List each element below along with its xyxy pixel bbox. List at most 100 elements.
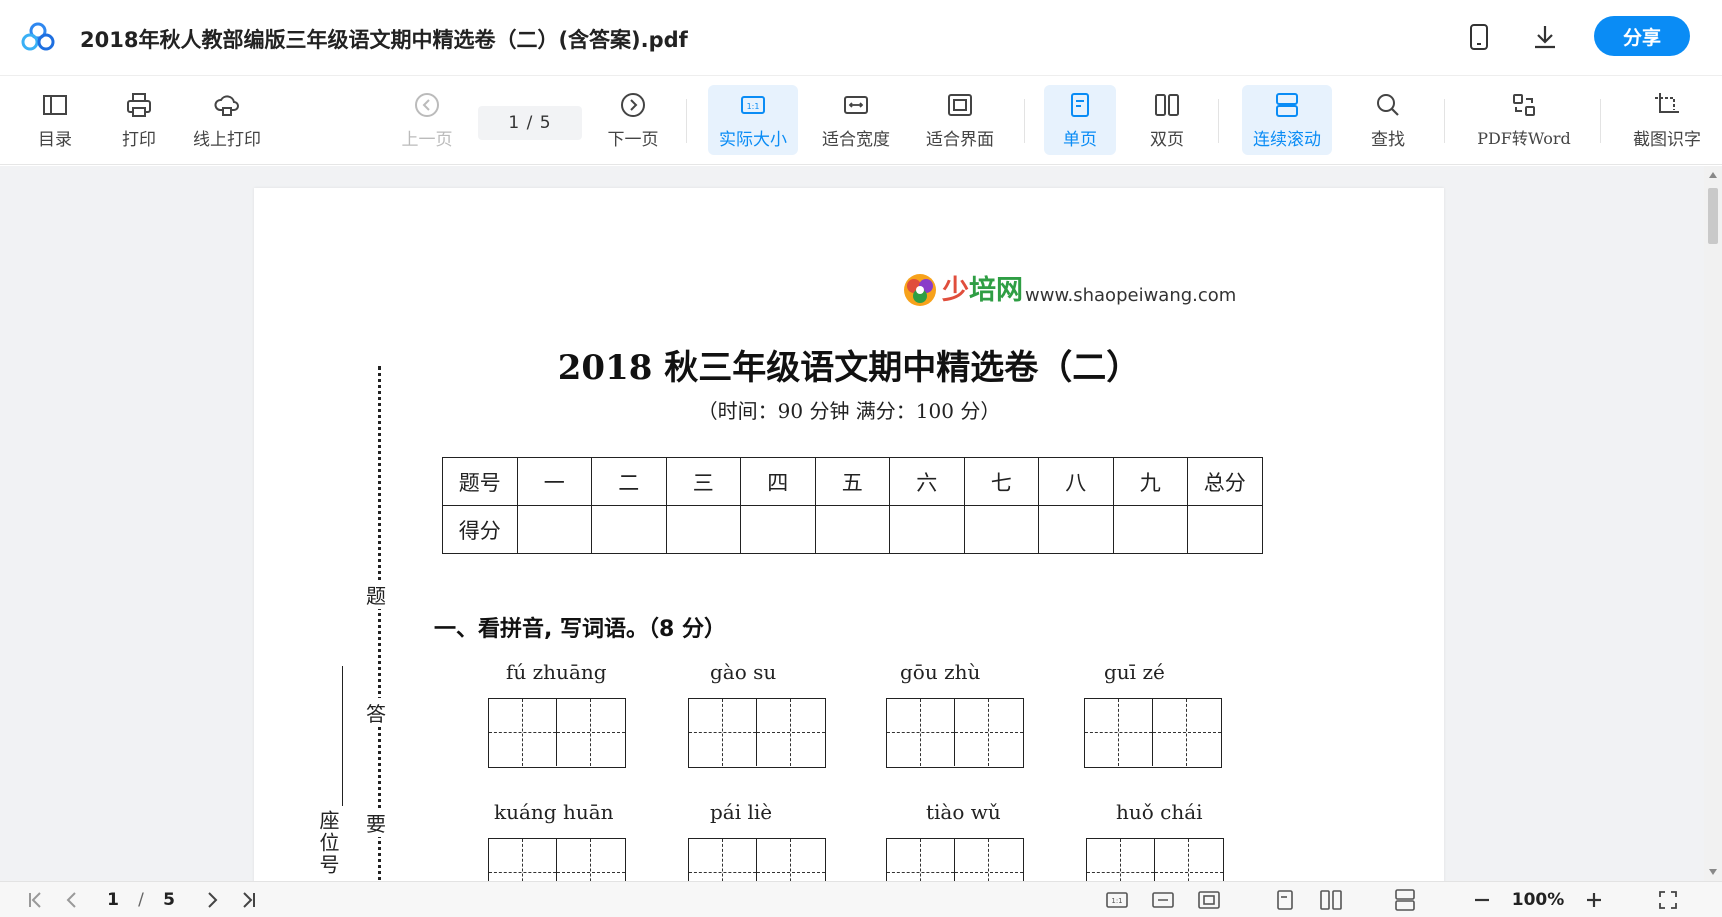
seat-label: 座位号 bbox=[316, 810, 340, 876]
fit-width-icon[interactable] bbox=[1150, 888, 1176, 912]
cloud-print-icon bbox=[214, 94, 239, 116]
table-row: 得分 bbox=[442, 505, 1263, 554]
table-cell bbox=[1112, 505, 1188, 554]
mobile-icon[interactable] bbox=[1464, 22, 1494, 52]
actual-size-button[interactable]: 1:1 实际大小 bbox=[708, 85, 798, 155]
toolbar-divider bbox=[1024, 99, 1025, 143]
search-icon bbox=[1377, 93, 1399, 116]
binding-char: 答 bbox=[362, 698, 390, 727]
double-page-icon[interactable] bbox=[1318, 888, 1344, 912]
binding-dotted-line bbox=[378, 366, 381, 881]
document-viewer[interactable]: 少培网 www.shaopeiwang.com 2018 秋三年级语文期中精选卷… bbox=[0, 166, 1704, 881]
continuous-scroll-icon[interactable] bbox=[1392, 888, 1418, 912]
share-button[interactable]: 分享 bbox=[1594, 16, 1690, 56]
table-cell bbox=[740, 505, 816, 554]
pinyin-label: gōu zhù bbox=[900, 660, 981, 684]
fit-width-icon bbox=[844, 95, 868, 114]
table-cell: 六 bbox=[889, 457, 965, 506]
zoom-out-icon[interactable] bbox=[1470, 888, 1494, 912]
fullscreen-icon[interactable] bbox=[1656, 888, 1680, 912]
vertical-scrollbar[interactable] bbox=[1704, 166, 1722, 881]
seat-underline bbox=[342, 666, 343, 806]
pdf-to-word-button[interactable]: PDF转Word bbox=[1474, 85, 1574, 155]
toolbar: 目录 打印 线上打印 上一页 下一页 1:1 实际大小 适合宽度 适合界面 单页… bbox=[0, 77, 1722, 165]
table-cell bbox=[665, 505, 741, 554]
online-print-button[interactable]: 线上打印 bbox=[186, 85, 268, 155]
download-icon[interactable] bbox=[1530, 22, 1560, 52]
toolbar-divider bbox=[1600, 99, 1601, 143]
toolbar-divider bbox=[1444, 99, 1445, 143]
ocr-button[interactable]: 截图识字 bbox=[1628, 85, 1706, 155]
writing-grid bbox=[886, 838, 1024, 881]
scroll-thumb[interactable] bbox=[1708, 188, 1718, 244]
prev-circle-icon bbox=[415, 92, 439, 117]
status-bar: 1 / 5 1:1 100% bbox=[0, 881, 1722, 917]
next-page-icon[interactable] bbox=[200, 888, 224, 912]
double-page-icon bbox=[1155, 93, 1179, 116]
scroll-up-arrow-icon[interactable] bbox=[1709, 172, 1717, 178]
continuous-scroll-button[interactable]: 连续滚动 bbox=[1242, 85, 1332, 155]
convert-icon bbox=[1513, 94, 1535, 116]
pinyin-label: gào su bbox=[710, 660, 777, 684]
single-page-icon[interactable] bbox=[1272, 888, 1298, 912]
svg-text:1:1: 1:1 bbox=[747, 102, 760, 111]
score-table: 题号 一 二 三 四 五 六 七 八 九 总分 得分 bbox=[442, 457, 1263, 554]
table-cell: 题号 bbox=[442, 457, 518, 506]
fit-screen-button[interactable]: 适合界面 bbox=[918, 85, 1002, 155]
find-button[interactable]: 查找 bbox=[1364, 85, 1412, 155]
zoom-in-icon[interactable] bbox=[1582, 888, 1606, 912]
brand-url: www.shaopeiwang.com bbox=[1025, 285, 1237, 306]
table-cell: 一 bbox=[516, 457, 592, 506]
next-page-button[interactable]: 下一页 bbox=[604, 85, 662, 155]
toc-button[interactable]: 目录 bbox=[32, 85, 78, 155]
table-cell: 五 bbox=[814, 457, 890, 506]
single-page-button[interactable]: 单页 bbox=[1044, 85, 1116, 155]
pinyin-label: fú zhuāng bbox=[506, 660, 607, 684]
exam-subtitle: （时间：90 分钟 满分：100 分） bbox=[697, 399, 1001, 423]
brand-name: 少培网 bbox=[942, 275, 1023, 306]
total-pages: 5 bbox=[163, 890, 175, 910]
prev-page-icon[interactable] bbox=[60, 888, 84, 912]
table-cell: 四 bbox=[740, 457, 816, 506]
page-number-input[interactable]: 1 / 5 bbox=[478, 106, 582, 140]
fit-screen-icon bbox=[948, 93, 972, 116]
current-page[interactable]: 1 bbox=[106, 888, 120, 912]
table-cell: 二 bbox=[591, 457, 667, 506]
writing-grid bbox=[1086, 838, 1224, 881]
writing-grid bbox=[488, 838, 626, 881]
scroll-down-arrow-icon[interactable] bbox=[1709, 869, 1717, 875]
double-page-button[interactable]: 双页 bbox=[1136, 85, 1198, 155]
pinyin-label: guī zé bbox=[1104, 660, 1165, 684]
pinyin-label: pái liè bbox=[710, 800, 773, 824]
actual-size-icon[interactable]: 1:1 bbox=[1104, 888, 1130, 912]
printer-icon bbox=[127, 92, 151, 117]
next-circle-icon bbox=[621, 92, 645, 117]
zoom-level[interactable]: 100% bbox=[1506, 888, 1570, 912]
prev-page-button[interactable]: 上一页 bbox=[398, 85, 456, 155]
print-button[interactable]: 打印 bbox=[116, 85, 162, 155]
pdf-page: 少培网 www.shaopeiwang.com 2018 秋三年级语文期中精选卷… bbox=[254, 188, 1444, 881]
fit-screen-icon[interactable] bbox=[1196, 888, 1222, 912]
binding-char: 题 bbox=[362, 580, 390, 609]
toolbar-divider bbox=[1218, 99, 1219, 143]
table-cell: 得分 bbox=[442, 505, 518, 554]
fit-width-button[interactable]: 适合宽度 bbox=[814, 85, 898, 155]
table-cell bbox=[516, 505, 592, 554]
table-cell: 七 bbox=[963, 457, 1039, 506]
table-cell: 九 bbox=[1112, 457, 1188, 506]
first-page-icon[interactable] bbox=[24, 888, 48, 912]
single-page-icon bbox=[1071, 92, 1089, 117]
toolbar-divider bbox=[686, 99, 687, 143]
question-heading: 一、看拼音, 写词语。（8 分） bbox=[434, 617, 726, 642]
last-page-icon[interactable] bbox=[236, 888, 260, 912]
table-cell: 八 bbox=[1038, 457, 1114, 506]
table-cell bbox=[1038, 505, 1114, 554]
table-cell bbox=[889, 505, 965, 554]
table-row: 题号 一 二 三 四 五 六 七 八 九 总分 bbox=[442, 457, 1263, 506]
binding-char: 要 bbox=[362, 808, 390, 837]
exam-title: 2018 秋三年级语文期中精选卷（二） bbox=[557, 348, 1141, 388]
brand-logo: 少培网 www.shaopeiwang.com bbox=[902, 272, 1236, 308]
table-cell: 总分 bbox=[1187, 457, 1263, 506]
writing-grid bbox=[488, 698, 626, 768]
writing-grid bbox=[688, 698, 826, 768]
